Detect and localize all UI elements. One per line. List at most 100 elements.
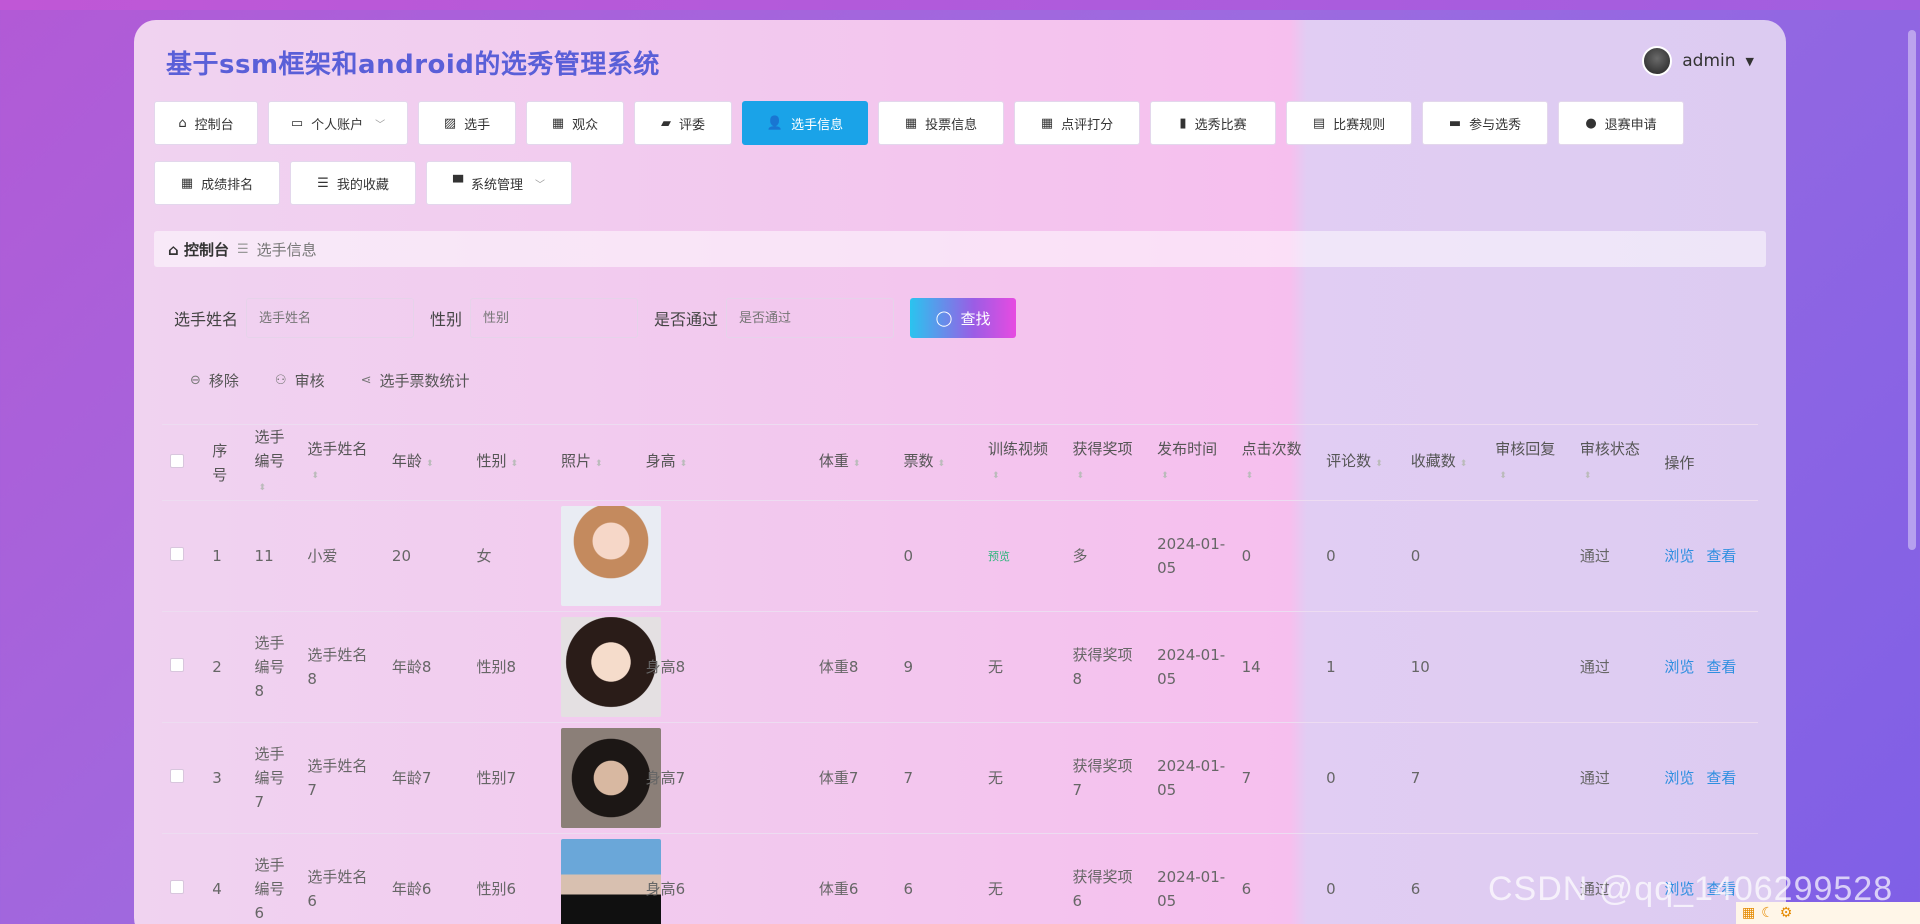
page-scrollbar[interactable] [1908, 30, 1916, 550]
cell-award: 获得奖项7 [1064, 722, 1150, 834]
cell-time: 2024-01-05 [1149, 611, 1234, 723]
sort-icon[interactable]: ⬍ [1499, 471, 1507, 481]
cell-text: 7 [1241, 769, 1252, 787]
user-menu[interactable]: admin ▼ [1642, 46, 1754, 76]
nav-row2-2[interactable]: ▀ 系统管理 ﹀ [426, 161, 572, 205]
cell-award: 获得奖项6 [1064, 833, 1150, 924]
vote-stats-button[interactable]: ⋖ 选手票数统计 [361, 370, 470, 391]
column-header[interactable]: 审核状态⬍ [1571, 424, 1657, 501]
breadcrumb-home[interactable]: ⌂ 控制台 [168, 239, 229, 260]
browse-link[interactable]: 浏览 [1664, 658, 1694, 676]
sort-icon[interactable]: ⬍ [259, 483, 267, 493]
cell-video[interactable]: 预览 [979, 500, 1065, 612]
browse-link[interactable]: 浏览 [1664, 769, 1694, 787]
cell-favs: 7 [1402, 722, 1488, 834]
column-header[interactable]: 收藏数 ⬍ [1402, 424, 1488, 501]
row-select-cell [162, 722, 205, 834]
column-header[interactable]: 年龄 ⬍ [383, 424, 469, 501]
nav-row1-7[interactable]: ▦ 点评打分 [1014, 101, 1140, 145]
column-header[interactable]: 审核回复⬍ [1487, 424, 1572, 501]
row-select-cell [162, 833, 205, 924]
row-checkbox[interactable] [170, 880, 184, 894]
review-button[interactable]: ⚇ 审核 [275, 370, 325, 391]
pass-search-input[interactable] [726, 298, 895, 338]
remove-button[interactable]: ⊖ 移除 [190, 370, 239, 391]
column-header[interactable]: 获得奖项⬍ [1064, 424, 1150, 501]
column-header[interactable]: 点击次数⬍ [1233, 424, 1319, 501]
column-header[interactable]: 性别 ⬍ [468, 424, 554, 501]
nav-row1-2[interactable]: ▨ 选手 [418, 101, 516, 145]
row-checkbox[interactable] [170, 547, 184, 561]
nav-row2-1[interactable]: ☰ 我的收藏 [290, 161, 416, 205]
nav-row1-9[interactable]: ▤ 比赛规则 [1286, 101, 1412, 145]
nav-label: 控制台 [194, 117, 234, 133]
column-header[interactable]: 体重 ⬍ [810, 424, 896, 501]
select-all-cell [162, 424, 205, 501]
search-bar: 选手姓名 性别 是否通过 ◯查找 [174, 298, 1017, 338]
action-bar: ⊖ 移除 ⚇ 审核 ⋖ 选手票数统计 [190, 370, 470, 391]
sort-icon[interactable]: ⬍ [1375, 459, 1383, 469]
cell-name: 选手姓名8 [299, 611, 384, 723]
cell-text: 2024-01-05 [1157, 646, 1226, 688]
nav-row1-1[interactable]: ▭ 个人账户 ﹀ [268, 101, 408, 145]
sort-icon[interactable]: ⬍ [680, 459, 688, 469]
browse-link[interactable]: 浏览 [1664, 547, 1694, 565]
select-all-checkbox[interactable] [170, 453, 184, 468]
cell-votes: 0 [895, 500, 980, 612]
account-icon: ▭ [290, 115, 304, 131]
row-checkbox[interactable] [170, 658, 184, 672]
nav-row1-4[interactable]: ▰ 评委 [634, 101, 732, 145]
username[interactable]: admin [1682, 51, 1735, 71]
view-link[interactable]: 查看 [1706, 547, 1736, 565]
view-link[interactable]: 查看 [1706, 769, 1736, 787]
avatar[interactable] [1642, 46, 1673, 76]
caret-down-icon[interactable]: ▼ [1746, 55, 1754, 68]
preview-link[interactable]: 预览 [988, 550, 1010, 563]
sort-icon[interactable]: ⬍ [1246, 471, 1254, 481]
name-search-input[interactable] [246, 298, 415, 338]
column-header[interactable]: 票数 ⬍ [895, 424, 980, 501]
sort-icon[interactable]: ⬍ [1584, 471, 1592, 481]
column-header[interactable]: 训练视频⬍ [979, 424, 1065, 501]
nav-row1-0[interactable]: ⌂ 控制台 [154, 101, 258, 145]
sort-icon[interactable]: ⬍ [1161, 471, 1169, 481]
nav-row1-5[interactable]: 👤 选手信息 [742, 101, 868, 145]
search-button[interactable]: ◯ 查找 [910, 298, 1017, 338]
column-header[interactable]: 选手编号⬍ [246, 424, 300, 501]
column-header[interactable]: 选手姓名⬍ [299, 424, 384, 501]
nav-row2-0[interactable]: ▦ 成绩排名 [154, 161, 280, 205]
cell-votes: 9 [895, 611, 980, 723]
sort-icon[interactable]: ⬍ [426, 459, 434, 469]
sort-icon[interactable]: ⬍ [1460, 459, 1468, 469]
cell-idx: 2 [204, 611, 247, 723]
sort-icon[interactable]: ⬍ [510, 459, 518, 469]
cell-votes: 6 [895, 833, 980, 924]
column-header[interactable]: 照片 ⬍ [553, 424, 638, 501]
grid-icon: ▦ [551, 115, 565, 131]
row-checkbox[interactable] [170, 769, 184, 783]
cell-text: 6 [1410, 880, 1421, 898]
sort-icon[interactable]: ⬍ [311, 471, 319, 481]
sort-icon[interactable]: ⬍ [595, 459, 603, 469]
cell-status: 通过 [1571, 722, 1657, 834]
nav-row1-8[interactable]: ▮ 选秀比赛 [1150, 101, 1276, 145]
cell-height: 身高7 [637, 722, 811, 834]
column-header[interactable]: 发布时间⬍ [1149, 424, 1234, 501]
column-header[interactable]: 身高 ⬍ [637, 424, 811, 501]
view-link[interactable]: 查看 [1706, 658, 1736, 676]
sort-icon[interactable]: ⬍ [937, 459, 945, 469]
cell-favs: 0 [1402, 500, 1488, 612]
sort-icon[interactable]: ⬍ [853, 459, 861, 469]
gender-search-input[interactable] [470, 298, 639, 338]
nav-row1-6[interactable]: ▦ 投票信息 [878, 101, 1004, 145]
cell-clicks: 0 [1233, 500, 1319, 612]
sort-icon[interactable]: ⬍ [992, 471, 1000, 481]
sort-icon[interactable]: ⬍ [1077, 471, 1085, 481]
cell-text: 7 [903, 769, 913, 787]
column-header[interactable]: 评论数 ⬍ [1318, 424, 1403, 501]
nav-row1-10[interactable]: ▬ 参与选秀 [1422, 101, 1548, 145]
cell-text: 10 [1410, 658, 1430, 676]
cell-height: 身高8 [637, 611, 811, 723]
nav-row1-3[interactable]: ▦ 观众 [526, 101, 624, 145]
nav-row1-11[interactable]: ● 退赛申请 [1558, 101, 1684, 145]
